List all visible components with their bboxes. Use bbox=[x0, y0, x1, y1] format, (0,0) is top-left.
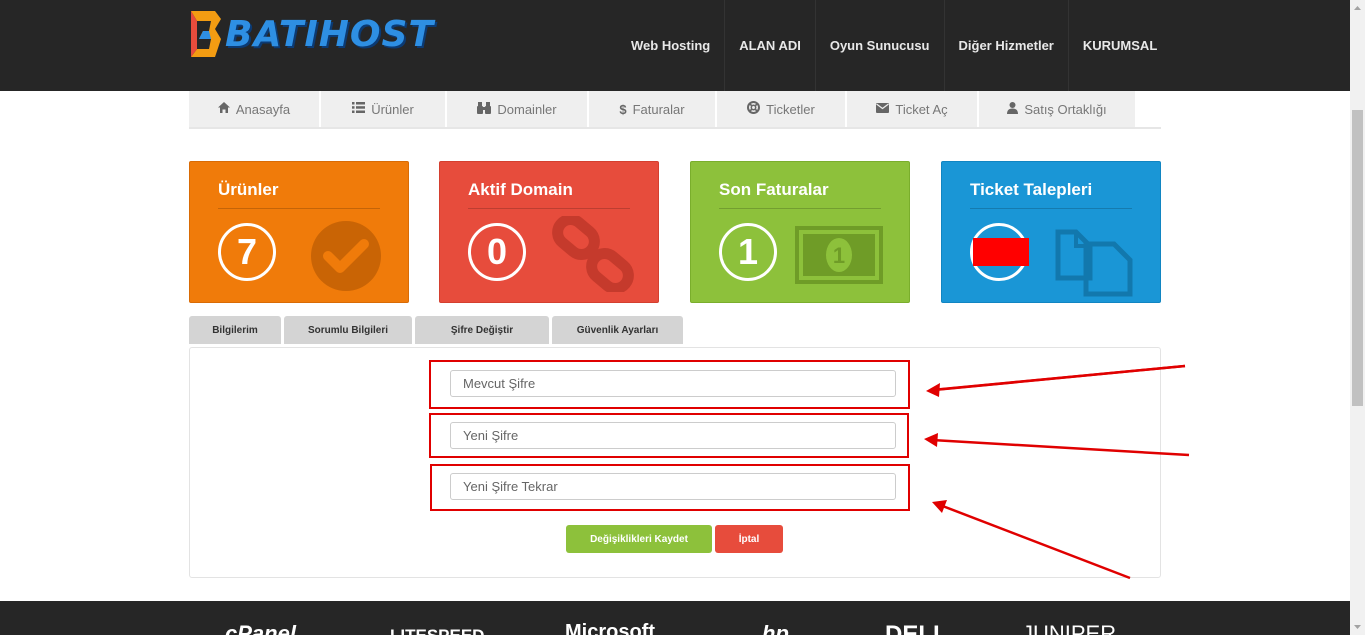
subnav-label: Ticket Aç bbox=[895, 101, 948, 117]
envelope-icon bbox=[876, 102, 890, 116]
redaction-box bbox=[973, 238, 1029, 266]
card-title: Ticket Talepleri bbox=[970, 180, 1093, 199]
check-circle-icon bbox=[311, 221, 381, 291]
subnav-label: Ticketler bbox=[766, 101, 815, 117]
top-header: BATIHOST Web Hosting ALAN ADI Oyun Sunuc… bbox=[0, 0, 1350, 91]
subnav-domainler[interactable]: Domainler bbox=[447, 91, 587, 127]
svg-text:1: 1 bbox=[833, 243, 845, 268]
page-scrollbar[interactable] bbox=[1350, 0, 1365, 635]
tab-guvenlik-ayarlari[interactable]: Güvenlik Ayarları bbox=[552, 316, 683, 344]
card-title: Son Faturalar bbox=[719, 180, 829, 199]
brand-cpanel: cPanel bbox=[225, 621, 296, 635]
cancel-button[interactable]: İptal bbox=[715, 525, 783, 553]
nav-alan-adi[interactable]: ALAN ADI bbox=[724, 0, 815, 91]
main-nav: Web Hosting ALAN ADI Oyun Sunucusu Diğer… bbox=[617, 0, 1171, 91]
scroll-thumb[interactable] bbox=[1352, 110, 1363, 406]
highlight-box bbox=[430, 464, 910, 511]
tab-sorumlu-bilgileri[interactable]: Sorumlu Bilgileri bbox=[284, 316, 412, 344]
binoculars-icon bbox=[477, 101, 492, 117]
lifebuoy-icon bbox=[747, 101, 761, 117]
site-logo[interactable]: BATIHOST bbox=[189, 8, 434, 60]
card-aktif-domain[interactable]: Aktif Domain 0 bbox=[439, 161, 659, 303]
subnav-label: Ürünler bbox=[371, 101, 414, 117]
card-count: 7 bbox=[218, 223, 276, 281]
scroll-up-arrow-icon[interactable] bbox=[1350, 0, 1365, 17]
card-son-faturalar[interactable]: Son Faturalar 1 1 bbox=[690, 161, 910, 303]
logo-text: BATIHOST bbox=[225, 13, 435, 55]
subnav-label: Satış Ortaklığı bbox=[1024, 101, 1107, 117]
brand-microsoft: Microsoft bbox=[565, 621, 655, 635]
tab-sifre-degistir[interactable]: Şifre Değiştir bbox=[415, 316, 549, 344]
subnav-satis-ortakligi[interactable]: Satış Ortaklığı bbox=[979, 91, 1135, 127]
card-ticket-talepleri[interactable]: Ticket Talepleri bbox=[941, 161, 1161, 303]
profile-tabs: Bilgilerim Sorumlu Bilgileri Şifre Değiş… bbox=[189, 316, 683, 344]
nav-kurumsal[interactable]: KURUMSAL bbox=[1067, 0, 1171, 91]
subnav-label: Anasayfa bbox=[235, 101, 291, 117]
subnav-faturalar[interactable]: $ Faturalar bbox=[589, 91, 715, 127]
nav-oyun-sunucusu[interactable]: Oyun Sunucusu bbox=[814, 0, 944, 91]
highlight-box bbox=[429, 413, 909, 458]
brand-litespeed: LITESPEED bbox=[390, 626, 484, 635]
nav-diger-hizmetler[interactable]: Diğer Hizmetler bbox=[943, 0, 1068, 91]
highlight-box bbox=[429, 360, 910, 409]
brand-juniper: JUNIPER bbox=[1022, 621, 1117, 635]
list-icon bbox=[352, 102, 366, 116]
subnav-label: Domainler bbox=[497, 101, 557, 117]
subnav-ticketler[interactable]: Ticketler bbox=[717, 91, 845, 127]
save-changes-button[interactable]: Değişiklikleri Kaydet bbox=[566, 525, 712, 553]
card-urunler[interactable]: Ürünler 7 bbox=[189, 161, 409, 303]
card-title: Aktif Domain bbox=[468, 180, 573, 199]
copy-icon bbox=[1055, 229, 1133, 297]
nav-web-hosting[interactable]: Web Hosting bbox=[617, 0, 724, 91]
chain-link-icon bbox=[552, 216, 634, 292]
card-count: 0 bbox=[468, 223, 526, 281]
subnav-ticket-ac[interactable]: Ticket Aç bbox=[847, 91, 977, 127]
user-icon bbox=[1007, 101, 1019, 117]
subnav-urunler[interactable]: Ürünler bbox=[321, 91, 445, 127]
money-bill-icon: 1 bbox=[795, 226, 883, 284]
card-count: 1 bbox=[719, 223, 777, 281]
partner-logos-footer: cPanel LITESPEED Microsoft hp DELL JUNIP… bbox=[0, 601, 1350, 635]
dollar-icon: $ bbox=[619, 101, 627, 117]
brand-dell: DELL bbox=[885, 621, 948, 635]
home-icon bbox=[217, 102, 230, 116]
logo-mark-icon bbox=[189, 9, 223, 59]
scroll-down-arrow-icon[interactable] bbox=[1350, 618, 1365, 635]
subnav-label: Faturalar bbox=[632, 101, 685, 117]
brand-hp: hp bbox=[762, 621, 789, 635]
tab-bilgilerim[interactable]: Bilgilerim bbox=[189, 316, 281, 344]
card-title: Ürünler bbox=[218, 180, 279, 199]
subnav-anasayfa[interactable]: Anasayfa bbox=[189, 91, 319, 127]
client-area-nav: Anasayfa Ürünler Domainler $ Faturalar T… bbox=[189, 91, 1161, 129]
